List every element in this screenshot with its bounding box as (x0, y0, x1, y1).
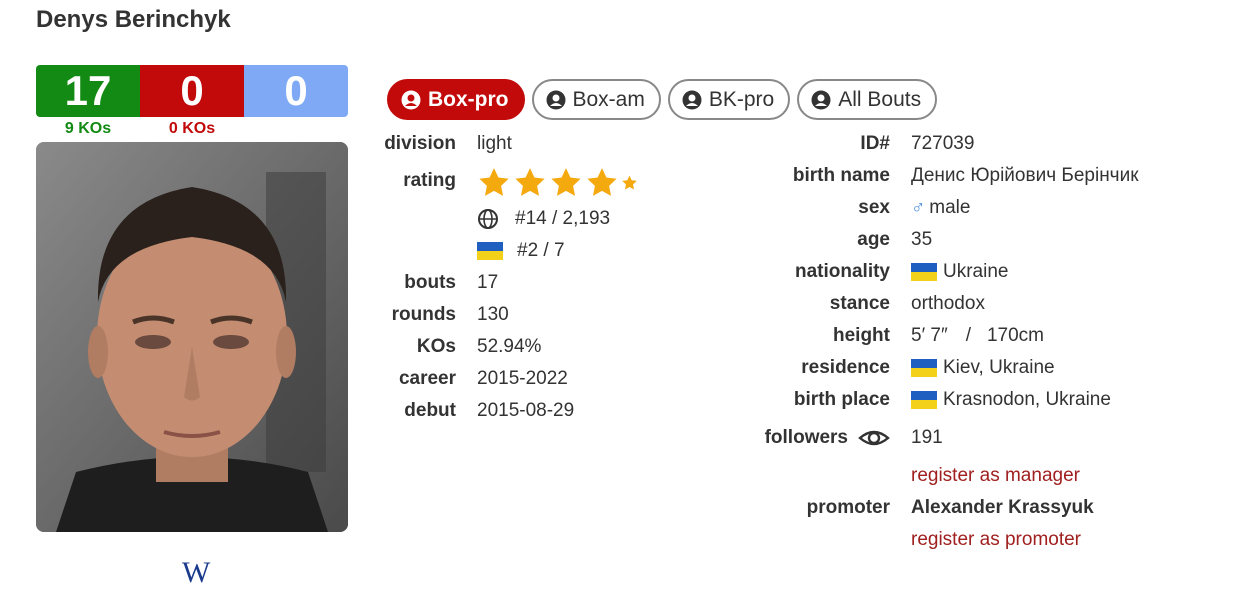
rating-label: rating (403, 170, 456, 191)
bouts-label: bouts (404, 272, 456, 293)
age-value: 35 (911, 229, 933, 250)
star-full-icon (587, 168, 617, 196)
followers-row: followers (700, 424, 890, 452)
rounds-value: 130 (477, 304, 509, 325)
birth-name-value: Денис Юрійович Берінчик (911, 165, 1139, 186)
nationality-label: nationality (794, 261, 890, 282)
register-manager-link[interactable]: register as manager (911, 465, 1080, 487)
user-circle-icon (546, 90, 565, 109)
register-promoter-link[interactable]: register as promoter (911, 529, 1081, 551)
star-full-icon (479, 168, 509, 196)
career-label: career (398, 368, 456, 389)
career-value: 2015-2022 (477, 368, 568, 389)
user-circle-icon (401, 90, 421, 109)
age-label: age (857, 229, 890, 250)
globe-icon (478, 209, 498, 229)
tab-box-pro[interactable]: Box-pro (387, 79, 525, 120)
bouts-value: 17 (477, 272, 499, 293)
ukraine-flag-icon (911, 391, 937, 409)
wins-count: 17 (36, 65, 140, 117)
kos-label: KOs (416, 336, 456, 357)
birth-place-label: birth place (793, 389, 890, 410)
tab-all-bouts[interactable]: All Bouts (797, 79, 938, 120)
star-full-icon (515, 168, 545, 196)
rating-stars (477, 165, 638, 201)
male-icon: ♂ (911, 197, 926, 218)
tab-label: BK-pro (708, 87, 775, 111)
stance-label: stance (829, 293, 890, 314)
draws-count: 0 (244, 65, 348, 117)
ukraine-flag-icon (477, 242, 503, 260)
nationality-value: Ukraine (943, 261, 1009, 282)
height-label: height (833, 325, 890, 346)
debut-label: debut (404, 400, 456, 421)
boxer-portrait-image (36, 142, 348, 532)
loss-kos: 0 KOs (168, 120, 216, 137)
promoter-value[interactable]: Alexander Krassyuk (911, 497, 1094, 519)
id-label: ID# (860, 133, 890, 154)
height-separator: / (965, 325, 971, 346)
tab-label: Box-pro (428, 87, 509, 111)
boxer-name: Denys Berinchyk (36, 6, 231, 33)
tab-bk-pro[interactable]: BK-pro (667, 79, 791, 120)
followers-label: followers (764, 427, 848, 448)
residence-value: Kiev, Ukraine (943, 357, 1055, 378)
birth-name-label: birth name (792, 165, 890, 186)
wikipedia-link-icon[interactable]: W (182, 556, 210, 590)
boxer-photo (36, 142, 348, 532)
world-rank-value[interactable]: #14 / 2,193 (515, 208, 610, 230)
world-rank-row: #14 / 2,193 (477, 205, 610, 233)
height-metric-value: 170cm (986, 325, 1045, 346)
losses-count: 0 (140, 65, 244, 117)
record-bar: 17 0 0 (36, 65, 348, 117)
tab-label: All Bouts (838, 87, 922, 111)
height-imperial-value: 5′ 7″ (911, 325, 948, 346)
star-half-icon (622, 175, 637, 190)
sex-value: male (929, 197, 971, 218)
rating-row: rating (360, 167, 456, 195)
promoter-label: promoter (806, 497, 890, 518)
country-rank-value[interactable]: #2 / 7 (517, 240, 565, 262)
division-row: division (360, 130, 456, 158)
kos-value: 52.94% (477, 336, 542, 357)
division-value: light (477, 133, 512, 154)
division-label: division (384, 133, 456, 154)
stance-value: orthodox (911, 293, 985, 314)
birth-place-value: Krasnodon, Ukraine (943, 389, 1111, 410)
user-circle-icon (811, 90, 831, 109)
win-kos: 9 KOs (64, 120, 112, 137)
rounds-label: rounds (391, 304, 456, 325)
tab-label: Box-am (572, 87, 645, 111)
eye-icon[interactable] (858, 426, 890, 450)
id-value: 727039 (911, 133, 975, 154)
debut-value: 2015-08-29 (477, 400, 575, 421)
ukraine-flag-icon (911, 263, 937, 281)
country-rank-row: #2 / 7 (477, 237, 565, 265)
star-full-icon (551, 168, 581, 196)
followers-value: 191 (911, 427, 943, 448)
residence-label: residence (801, 357, 890, 378)
record-tabs: Box-pro Box-am BK-pro All Bouts (387, 79, 938, 120)
tab-box-am[interactable]: Box-am (531, 79, 661, 120)
kos-row: 9 KOs 0 KOs (36, 120, 348, 138)
ukraine-flag-icon (911, 359, 937, 377)
sex-label: sex (858, 197, 890, 218)
user-circle-icon (682, 90, 702, 109)
